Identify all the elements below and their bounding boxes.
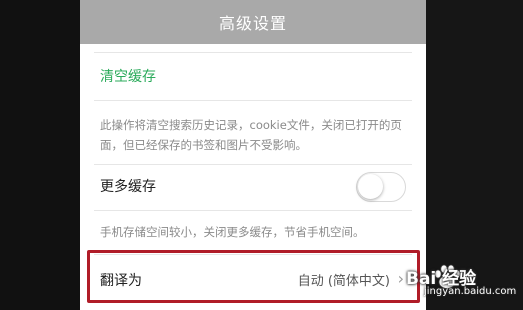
baidu-jingyan-watermark: Bai 经验 jingyan.baidu.com: [384, 262, 522, 306]
page-title: 高级设置: [218, 14, 287, 33]
more-cache-toggle[interactable]: [356, 172, 406, 202]
more-cache-description: 手机存储空间较小，关闭更多缓存，节省手机空间。: [100, 225, 365, 239]
title-bar: 高级设置: [80, 0, 426, 44]
highlight-box: [87, 250, 420, 303]
clear-cache-button[interactable]: 清空缓存: [100, 66, 156, 86]
left-backdrop: [0, 0, 80, 310]
clear-cache-description: 此操作将清空搜索历史记录，cookie文件，关闭已打开的页面，但已经保存的书签和…: [100, 118, 402, 152]
divider: [94, 164, 412, 165]
divider: [94, 210, 412, 211]
watermark-url: jingyan.baidu.com: [424, 286, 517, 297]
divider: [94, 52, 412, 53]
divider: [94, 100, 412, 101]
more-cache-label: 更多缓存: [100, 179, 156, 195]
toggle-knob: [358, 174, 383, 199]
